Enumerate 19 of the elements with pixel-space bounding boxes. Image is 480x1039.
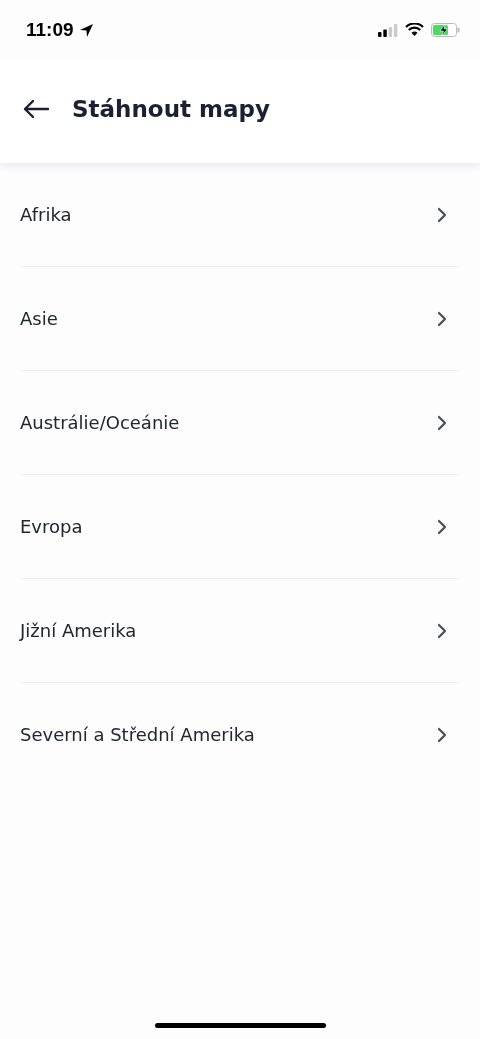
chevron-right-icon bbox=[437, 310, 447, 327]
region-list-item[interactable]: Severní a Střední Amerika bbox=[20, 683, 460, 787]
chevron-right-icon bbox=[437, 518, 447, 535]
chevron-right-icon bbox=[437, 206, 447, 223]
back-button[interactable] bbox=[22, 98, 50, 119]
chevron-right-icon bbox=[437, 414, 447, 431]
region-list-item[interactable]: Austrálie/Oceánie bbox=[20, 371, 460, 475]
chevron-right-icon bbox=[437, 726, 447, 743]
region-list-item[interactable]: Asie bbox=[20, 267, 460, 371]
region-list-item[interactable]: Afrika bbox=[20, 163, 460, 267]
wifi-icon bbox=[405, 23, 424, 37]
page-title: Stáhnout mapy bbox=[72, 95, 270, 122]
battery-charging-icon bbox=[431, 23, 460, 37]
region-list-item[interactable]: Jižní Amerika bbox=[20, 579, 460, 683]
region-list-item[interactable]: Evropa bbox=[20, 475, 460, 579]
chevron-right-icon bbox=[437, 622, 447, 639]
signal-icon bbox=[378, 23, 398, 37]
location-arrow-icon bbox=[78, 22, 94, 38]
status-time: 11:09 bbox=[26, 19, 74, 41]
